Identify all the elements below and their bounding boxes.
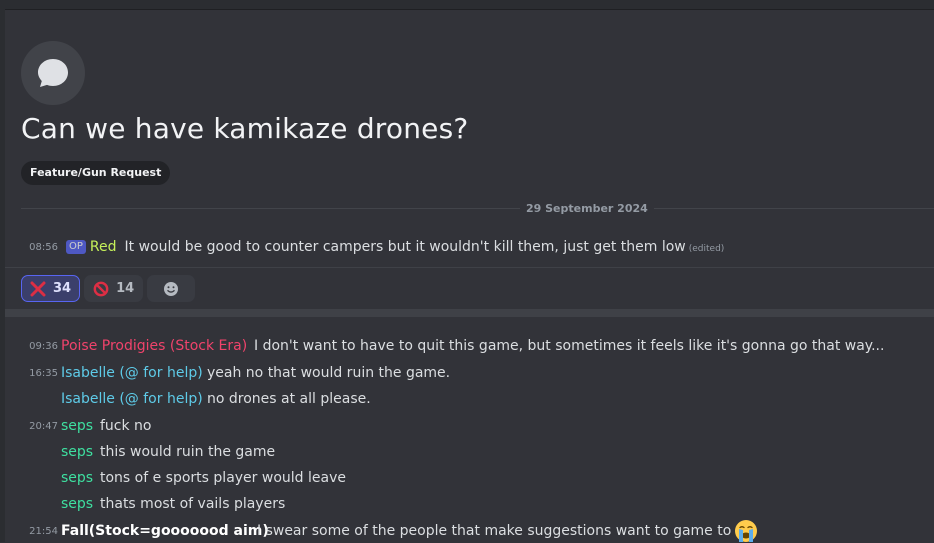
message-text: fuck no <box>100 418 152 434</box>
reaction-count: 14 <box>116 281 135 296</box>
message: 16:35 Isabelle (@ for help) yeah no that… <box>0 362 934 384</box>
message-text: no drones at all please. <box>207 391 371 407</box>
thread-icon <box>21 41 85 105</box>
separator <box>5 267 934 268</box>
message: seps thats most of vails players <box>0 493 934 515</box>
message-author[interactable]: Poise Prodigies (Stock Era) <box>61 335 247 357</box>
edited-label: (edited) <box>688 244 725 254</box>
prohibited-icon <box>93 281 109 296</box>
message-author[interactable]: Red <box>90 239 117 255</box>
message-time: 09:36 <box>29 341 58 352</box>
message: 20:47 seps fuck no <box>0 415 934 437</box>
message-text: this would ruin the game <box>100 444 276 460</box>
chat-bubble-icon <box>38 59 68 87</box>
message-text: I don't want to have to quit this game, … <box>254 338 885 354</box>
op-badge: OP <box>66 240 86 254</box>
loudly-crying-face-icon <box>735 520 757 542</box>
op-message: 08:56 OP Red It would be good to counter c… <box>0 236 934 258</box>
message-time: 21:54 <box>29 526 58 537</box>
message-text: yeah no that would ruin the game. <box>207 365 451 381</box>
thread-title: Can we have kamikaze drones? <box>21 112 469 145</box>
message: seps tons of e sports player would leave <box>0 467 934 489</box>
date-label: 29 September 2024 <box>520 200 654 217</box>
thread-tag[interactable]: Feature/Gun Request <box>21 161 171 185</box>
reaction-bar: 34 14 <box>21 275 196 302</box>
message-text: It would be good to counter campers but … <box>124 239 686 255</box>
op-message-body: OP Red It would be good to counter campers… <box>66 236 724 260</box>
message-author[interactable]: seps <box>61 493 93 515</box>
section-band <box>5 309 934 317</box>
reaction-count: 34 <box>53 281 72 296</box>
message-text: tons of e sports player would leave <box>100 470 346 486</box>
message-author[interactable]: Fall(Stock=gooooood aim) <box>61 520 269 542</box>
message-author[interactable]: Isabelle (@ for help) <box>61 362 203 384</box>
reaction-prohibited[interactable]: 14 <box>84 275 144 302</box>
date-divider <box>21 208 934 209</box>
message-author[interactable]: seps <box>61 415 93 437</box>
message: Isabelle (@ for help) no drones at all p… <box>0 388 934 410</box>
add-reaction-button[interactable] <box>147 275 196 302</box>
message-author[interactable]: seps <box>61 441 93 463</box>
add-reaction-icon <box>164 281 179 296</box>
message: 21:54 Fall(Stock=gooooood aim) I swear s… <box>0 520 934 542</box>
message: 09:36 Poise Prodigies (Stock Era) I don'… <box>0 335 934 357</box>
message-author[interactable]: seps <box>61 467 93 489</box>
cross-mark-icon <box>30 281 46 296</box>
reaction-cross-mark[interactable]: 34 <box>21 275 81 302</box>
message-time: 16:35 <box>29 368 58 379</box>
message: seps this would ruin the game <box>0 441 934 463</box>
message-time: 20:47 <box>29 421 58 432</box>
top-bar <box>0 0 934 10</box>
message-text: thats most of vails players <box>100 496 286 512</box>
message-time: 08:56 <box>29 242 58 253</box>
message-author[interactable]: Isabelle (@ for help) <box>61 388 203 410</box>
message-text: I swear some of the people that make sug… <box>257 523 758 539</box>
